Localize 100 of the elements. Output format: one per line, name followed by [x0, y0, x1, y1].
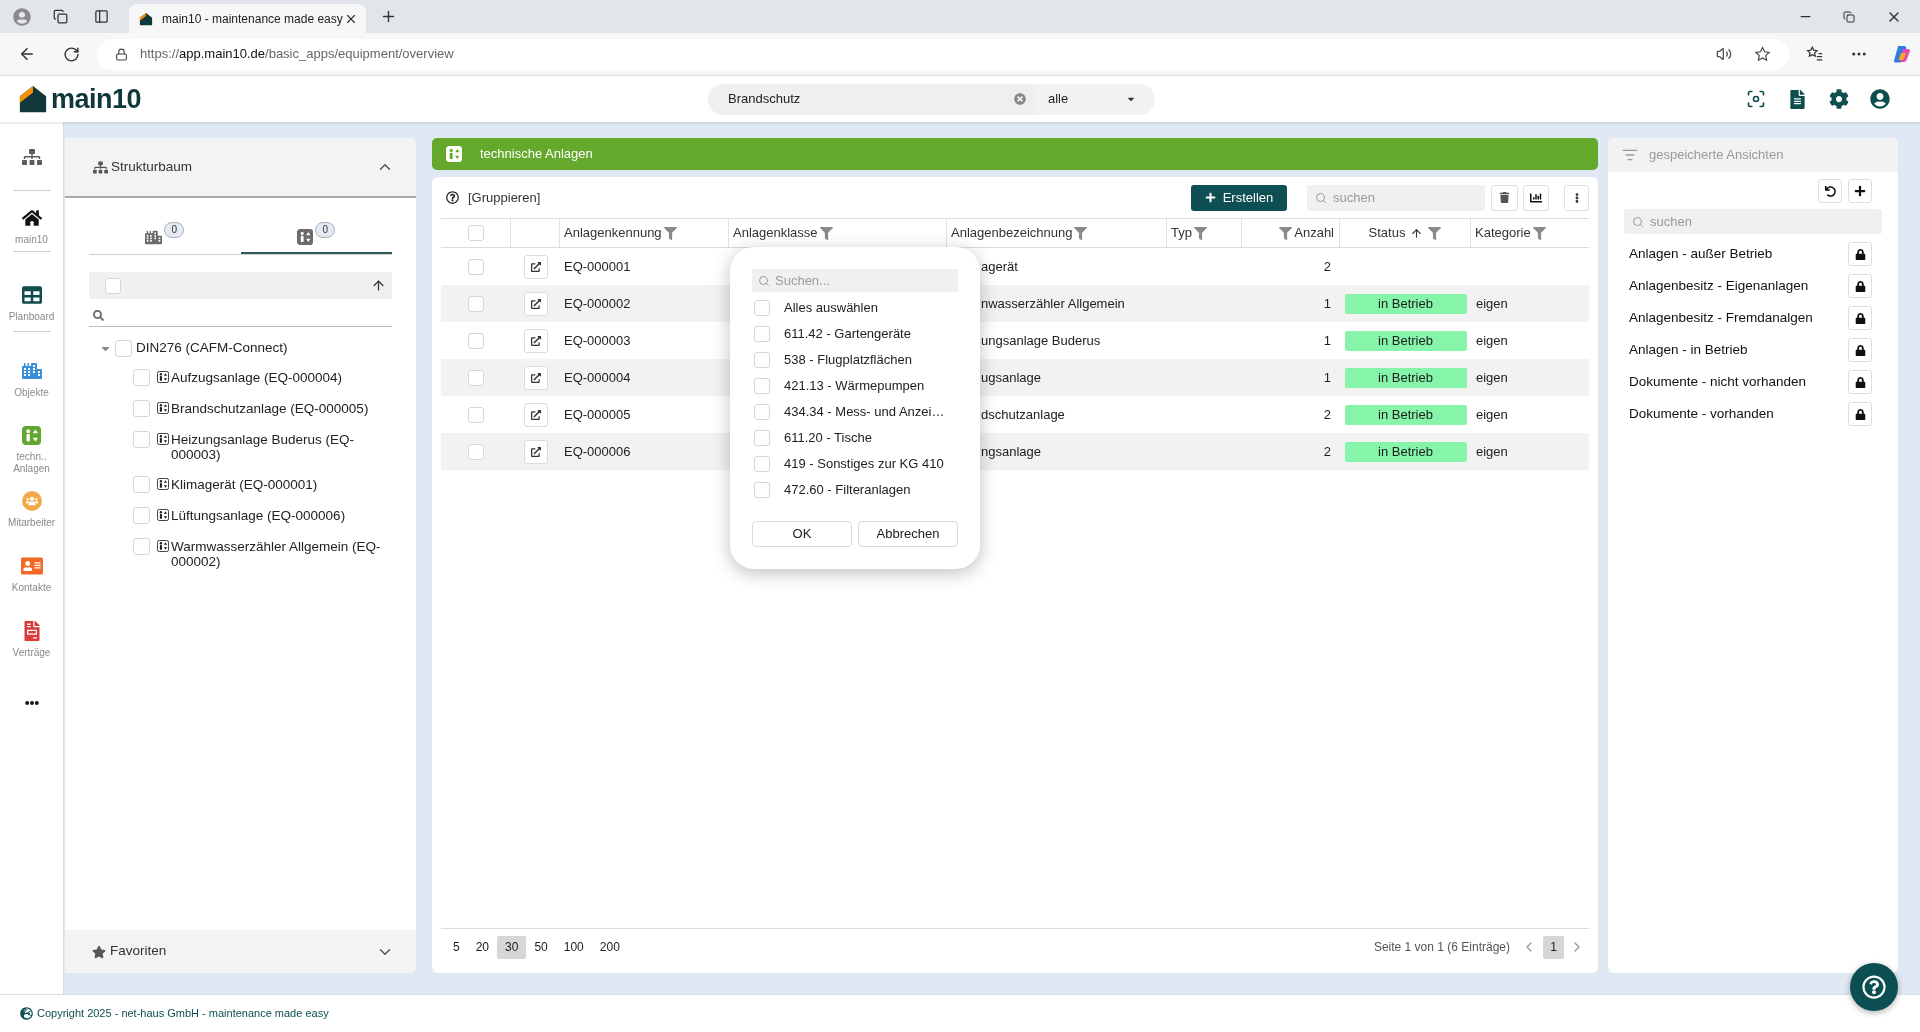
filter-icon[interactable] — [1074, 226, 1088, 240]
page-size-option[interactable]: 5 — [445, 935, 468, 959]
panel-icon[interactable] — [94, 9, 109, 24]
checkbox[interactable] — [754, 456, 770, 472]
tree-item[interactable]: Heizungsanlage Buderus (EQ-000003) — [171, 431, 386, 463]
page-size-option[interactable]: 100 — [555, 935, 592, 959]
checkbox[interactable] — [468, 258, 484, 275]
checkbox[interactable] — [468, 443, 484, 460]
checkbox[interactable] — [754, 430, 770, 446]
tree-item[interactable]: Warmwasserzähler Allgemein (EQ-000002) — [171, 538, 386, 570]
star-outline-icon[interactable] — [1754, 45, 1771, 63]
search-field[interactable]: Brandschutz — [708, 83, 1035, 115]
checkbox[interactable] — [468, 332, 484, 349]
add-button[interactable] — [1848, 179, 1872, 203]
sort-arrow-icon[interactable] — [1410, 226, 1424, 240]
open-button[interactable] — [523, 328, 548, 353]
open-button[interactable] — [523, 439, 548, 464]
checkbox[interactable] — [115, 339, 132, 357]
page-size-option[interactable]: 200 — [591, 935, 628, 959]
filter-option[interactable]: 472.60 - Filteranlagen — [784, 480, 911, 500]
open-button[interactable] — [523, 254, 548, 279]
checkbox[interactable] — [754, 300, 770, 316]
checkbox[interactable] — [754, 378, 770, 394]
nav-item[interactable]: techn.. Anlagen — [1, 426, 62, 475]
more-button[interactable] — [1564, 184, 1589, 211]
filter-icon[interactable] — [819, 226, 833, 240]
ok-button[interactable]: OK — [752, 521, 852, 547]
hierarchy-icon[interactable] — [21, 147, 42, 167]
nav-item[interactable]: Kontakte — [1, 556, 62, 594]
saved-view-item[interactable]: Anlagenbesitz - Fremdanalgen — [1629, 307, 1813, 329]
tree-item[interactable]: Brandschutzanlage (EQ-000005) — [171, 400, 386, 417]
filter-icon[interactable] — [1193, 226, 1207, 240]
checkbox[interactable] — [467, 225, 484, 241]
create-button[interactable]: Erstellen — [1191, 184, 1287, 211]
checkbox[interactable] — [468, 369, 484, 386]
help-icon[interactable] — [446, 191, 459, 204]
tree-item[interactable]: Aufzugsanlage (EQ-000004) — [171, 369, 386, 386]
page-size-option[interactable]: 30 — [497, 935, 527, 959]
column-header[interactable]: Anlagenkennung — [564, 223, 662, 243]
group-link[interactable]: [Gruppieren] — [468, 187, 541, 208]
scan-icon[interactable] — [1746, 89, 1766, 109]
column-header[interactable]: Anzahl — [1294, 223, 1334, 243]
column-header[interactable]: Anlagenklasse — [733, 223, 818, 243]
tree-item[interactable]: Lüftungsanlage (EQ-000006) — [171, 507, 386, 524]
document-icon[interactable] — [1788, 89, 1807, 109]
back-icon[interactable] — [18, 45, 36, 63]
clear-icon[interactable] — [1014, 93, 1026, 105]
checkbox[interactable] — [754, 326, 770, 342]
filter-icon[interactable] — [1532, 226, 1546, 240]
chart-button[interactable] — [1523, 184, 1549, 211]
open-button[interactable] — [523, 402, 548, 427]
filter-option[interactable]: Alles auswählen — [784, 298, 878, 318]
user-icon[interactable] — [1870, 89, 1890, 109]
lock-button[interactable] — [1848, 242, 1872, 266]
lock-button[interactable] — [1848, 338, 1872, 362]
checkbox[interactable] — [133, 476, 150, 494]
saved-view-item[interactable]: Anlagen - in Betrieb — [1629, 339, 1748, 361]
filter-option[interactable]: 538 - Flugplatzflächen — [784, 350, 912, 370]
saved-view-item[interactable]: Dokumente - nicht vorhanden — [1629, 371, 1807, 393]
filter-option[interactable]: 611.20 - Tische — [784, 428, 872, 448]
checkbox[interactable] — [133, 507, 150, 525]
saved-view-item[interactable]: Dokumente - vorhanden — [1629, 403, 1774, 425]
tab[interactable]: 0 — [240, 214, 392, 254]
saved-view-item[interactable]: Anlagenbesitz - Eigenanlagen — [1629, 275, 1809, 297]
nav-item[interactable]: Verträge — [1, 621, 62, 659]
tree-item[interactable]: Klimagerät (EQ-000001) — [171, 476, 386, 493]
lock-button[interactable] — [1848, 370, 1872, 394]
checkbox[interactable] — [754, 482, 770, 498]
filter-icon[interactable] — [663, 226, 677, 240]
delete-button[interactable] — [1491, 184, 1518, 211]
column-header[interactable]: Typ — [1171, 223, 1192, 243]
favorites-icon[interactable] — [1806, 45, 1824, 63]
cancel-button[interactable]: Abbrechen — [858, 521, 958, 547]
filter-option[interactable]: 419 - Sonstiges zur KG 410 — [784, 454, 944, 474]
new-tab-icon[interactable] — [380, 8, 397, 25]
reload-icon[interactable] — [63, 45, 80, 63]
tree-item[interactable]: DIN276 (CAFM-Connect) — [136, 338, 288, 359]
filter-option[interactable]: 434.34 - Mess- und Anzei… — [784, 402, 945, 422]
colorful-swirl-icon[interactable] — [1892, 44, 1912, 64]
filter-option[interactable]: 611.42 - Gartengeräte — [784, 324, 911, 344]
column-header[interactable]: Anlagenbezeichnung — [951, 223, 1073, 243]
lock-button[interactable] — [1848, 306, 1872, 330]
nav-item[interactable]: main10 — [1, 208, 62, 246]
browser-tab[interactable]: main10 - maintenance made easy — [129, 4, 366, 33]
page-size-option[interactable]: 20 — [467, 935, 498, 959]
nav-item[interactable]: Mitarbeiter — [1, 491, 62, 529]
checkbox[interactable] — [754, 352, 770, 368]
restore-icon[interactable] — [1843, 10, 1855, 23]
settings-icon[interactable] — [1829, 89, 1849, 109]
reset-button[interactable] — [1818, 179, 1842, 203]
page-size-option[interactable]: 50 — [526, 935, 556, 959]
checkbox[interactable] — [468, 406, 484, 423]
tab[interactable]: 0 — [89, 214, 241, 254]
filter-icon[interactable] — [1279, 226, 1293, 240]
saved-view-item[interactable]: Anlagen - außer Betrieb — [1629, 243, 1773, 265]
lock-button[interactable] — [1848, 274, 1872, 298]
open-button[interactable] — [523, 365, 548, 390]
page-button[interactable]: 1 — [1543, 935, 1564, 959]
column-header[interactable]: Status — [1368, 223, 1406, 243]
address-field[interactable]: https://app.main10.de/basic_apps/equipment/overview — [97, 38, 1789, 70]
